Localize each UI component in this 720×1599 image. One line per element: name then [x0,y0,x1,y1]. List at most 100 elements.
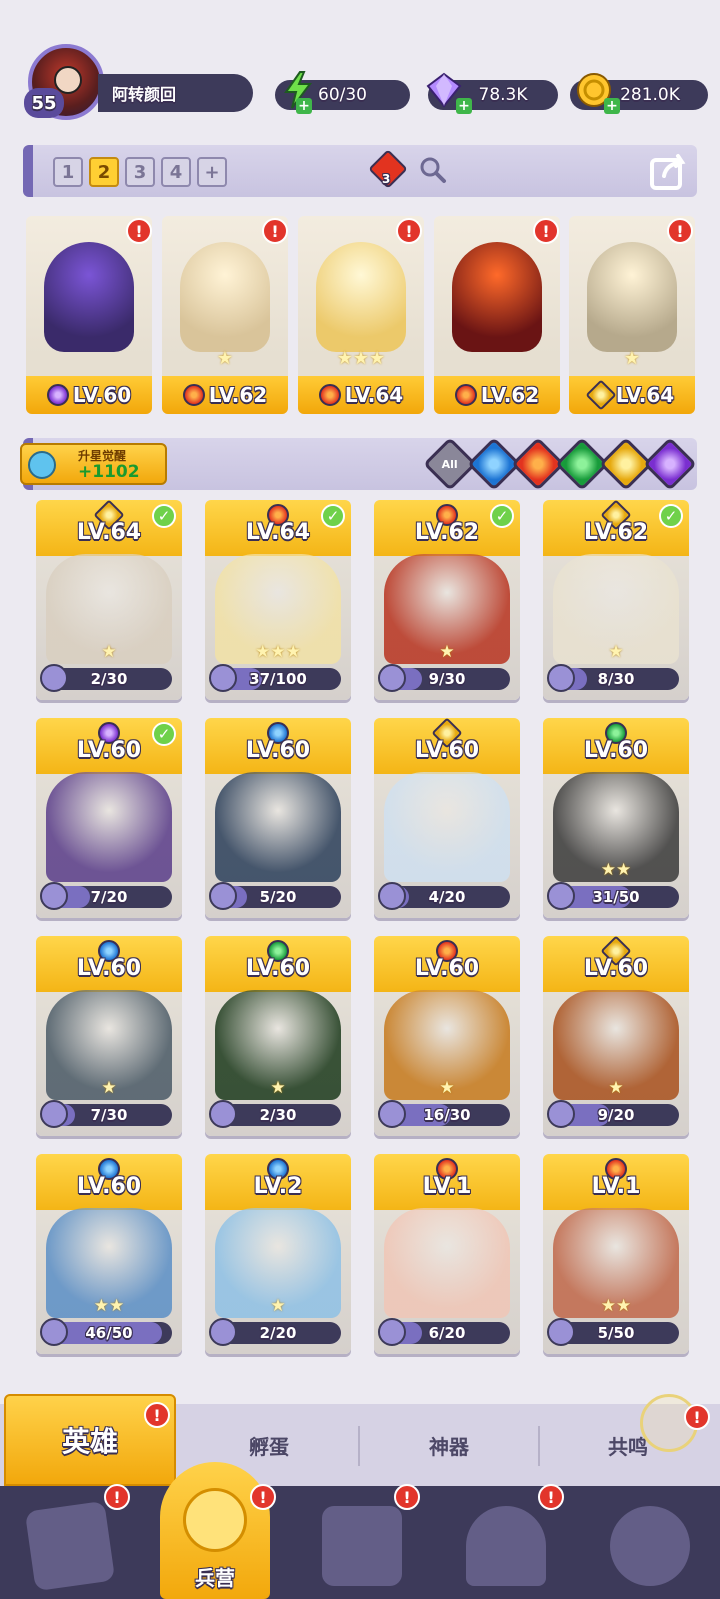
barracks-alert: ! [250,1484,276,1510]
team-tab-2[interactable]: 2 [89,157,119,187]
team-member-3[interactable]: ★★★ LV.64 [298,216,424,414]
hero-stars: ★★★ [255,642,301,662]
tab-heroes-alert: ! [144,1402,170,1428]
team-member-level: LV.62 [434,376,560,414]
hero-portrait [44,242,134,352]
team-member-stars: ★★★ [336,348,386,369]
team-member-5-alert: ! [667,218,693,244]
team-tab-3[interactable]: 3 [125,157,155,187]
hero-stars: ★ [439,642,455,662]
hero-portrait [316,242,406,352]
shard-count: 7/30 [90,1106,128,1124]
hero-stars: ★ [608,1078,624,1098]
hero-portrait [384,1208,510,1318]
team-tab-1[interactable]: 1 [53,157,83,187]
check-icon: ✓ [490,504,514,528]
hero-portrait [452,242,542,352]
hero-card[interactable]: LV.60 4/20 [374,718,520,918]
tab-artifact[interactable]: 神器 [360,1404,538,1486]
hero-card[interactable]: LV.64 ✓ ★ 2/30 [36,500,182,700]
awaken-value: +1102 [78,462,140,482]
hero-level: LV.60 [414,738,480,763]
light-element-icon [585,379,617,411]
hero-portrait [46,772,172,882]
barracks-icon [183,1488,247,1552]
nav-barracks[interactable]: 兵营 [160,1462,270,1599]
hero-card[interactable]: LV.60 ★ 9/20 [543,936,689,1136]
hero-card[interactable]: LV.60 ★ 7/30 [36,936,182,1136]
team-member-stars: ★ [216,348,234,369]
check-icon: ✓ [152,504,176,528]
castle-icon[interactable] [466,1506,546,1586]
hero-card[interactable]: LV.62 ✓ ★ 8/30 [543,500,689,700]
team-member-level: LV.64 [569,376,695,414]
hero-level: LV.60 [245,738,311,763]
shard-count: 9/30 [428,670,466,688]
nav-barracks-label: 兵营 [195,1566,235,1590]
team-member-5[interactable]: ★ LV.64 [569,216,695,414]
shard-count: 46/50 [85,1324,133,1342]
team-member-2[interactable]: ★ LV.62 [162,216,288,414]
hero-stars: ★ [101,642,117,662]
hero-stars: ★★ [600,1296,632,1316]
castle-alert: ! [538,1484,564,1510]
add-energy-button[interactable]: + [296,98,312,114]
hero-portrait [180,242,270,352]
team-member-1[interactable]: LV.60 [26,216,152,414]
hero-level: LV.1 [422,1174,472,1199]
hero-level: LV.2 [253,1174,303,1199]
map-icon[interactable] [322,1506,402,1586]
hero-portrait [215,772,341,882]
shard-count: 2/30 [259,1106,297,1124]
shard-count: 2/30 [90,670,128,688]
hero-card[interactable]: LV.60 ✓ 7/20 [36,718,182,918]
share-icon[interactable] [648,150,690,192]
hero-card[interactable]: LV.60 ★ 16/30 [374,936,520,1136]
cards-icon[interactable] [24,1500,116,1592]
team-member-stars: ★ [623,348,641,369]
hero-card[interactable]: LV.2 ★ 2/20 [205,1154,351,1354]
team-member-1-alert: ! [126,218,152,244]
shard-count: 7/20 [90,888,128,906]
player-name: 阿转颜回 [98,74,253,112]
team-member-2-alert: ! [262,218,288,244]
awaken-button[interactable]: 升星觉醒 +1102 [20,443,167,485]
player-level-badge: 55 [24,88,64,118]
hero-card[interactable]: LV.62 ✓ ★ 9/30 [374,500,520,700]
shard-count: 6/20 [428,1324,466,1342]
team-tab-add[interactable]: + [197,157,227,187]
hero-stars: ★ [608,642,624,662]
hero-card[interactable]: LV.60 5/20 [205,718,351,918]
hero-stars: ★ [270,1078,286,1098]
hero-level: LV.60 [583,738,649,763]
hero-card[interactable]: LV.64 ✓ ★★★ 37/100 [205,500,351,700]
team-member-3-alert: ! [396,218,422,244]
hero-level: LV.60 [245,956,311,981]
shard-count: 4/20 [428,888,466,906]
hero-card[interactable]: LV.60 ★ 2/30 [205,936,351,1136]
hero-level: LV.60 [76,1174,142,1199]
hero-card[interactable]: LV.1 6/20 [374,1154,520,1354]
shard-count: 5/20 [259,888,297,906]
check-icon: ✓ [321,504,345,528]
hero-card[interactable]: LV.1 ★★ 5/50 [543,1154,689,1354]
add-gold-button[interactable]: + [604,98,620,114]
shard-count: 9/20 [597,1106,635,1124]
shard-count: 31/50 [592,888,640,906]
hero-card[interactable]: LV.60 ★★ 46/50 [36,1154,182,1354]
hero-portrait [587,242,677,352]
search-icon[interactable] [418,155,448,185]
hero-level: LV.60 [76,956,142,981]
compass-alert: ! [684,1404,710,1430]
hero-stars: ★ [439,1078,455,1098]
hero-portrait [384,772,510,882]
team-member-4[interactable]: LV.62 [434,216,560,414]
hero-stars: ★★ [600,860,632,880]
shard-count: 2/20 [259,1324,297,1342]
hero-card[interactable]: LV.60 ★★ 31/50 [543,718,689,918]
add-gems-button[interactable]: + [456,98,472,114]
dark-element-icon [46,384,69,406]
guild-icon[interactable] [610,1506,690,1586]
shard-count: 5/50 [597,1324,635,1342]
team-tab-4[interactable]: 4 [161,157,191,187]
